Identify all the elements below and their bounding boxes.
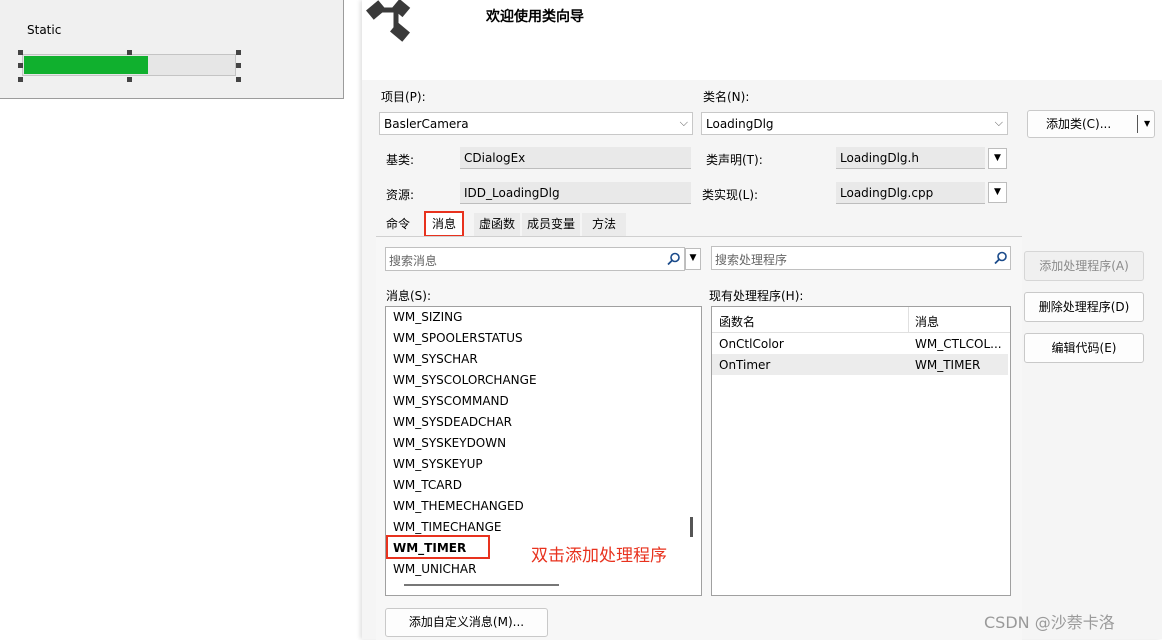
wizard-header [362, 0, 1162, 80]
class-impl-field: LoadingDlg.cpp [836, 182, 985, 204]
add-handler-button[interactable]: 添加处理程序(A) [1024, 251, 1144, 281]
split-divider [1137, 115, 1138, 133]
class-decl-field: LoadingDlg.h [836, 147, 985, 169]
add-class-label: 添加类(C)... [1046, 117, 1112, 131]
chevron-down-icon: ⌵ [994, 116, 1003, 129]
class-name-label: 类名(N): [703, 90, 750, 104]
message-search-placeholder: 搜索消息 [389, 254, 438, 268]
add-custom-message-button[interactable]: 添加自定义消息(M)... [385, 608, 548, 637]
table-row[interactable]: OnTimer WM_TIMER [712, 354, 1008, 375]
vertical-scrollbar-thumb[interactable] [690, 517, 693, 537]
class-impl-value: LoadingDlg.cpp [840, 186, 934, 200]
tab-commands[interactable]: 命令 [376, 213, 420, 236]
list-item[interactable]: WM_SYSKEYDOWN [393, 436, 506, 450]
triangle-down-icon[interactable]: ▼ [1144, 111, 1150, 137]
search-icon[interactable] [667, 252, 681, 266]
column-function-header[interactable]: 函数名 [719, 313, 755, 330]
resource-value: IDD_LoadingDlg [464, 186, 560, 200]
resize-handle[interactable] [236, 77, 241, 82]
handlers-table[interactable]: 函数名 消息 OnCtlColor WM_CTLCOL... OnTimer W… [711, 306, 1011, 596]
selected-highlight-box [386, 535, 490, 559]
class-decl-dropdown[interactable]: ▼ [988, 148, 1007, 169]
wizard-title: 欢迎使用类向导 [486, 9, 584, 25]
base-class-field: CDialogEx [460, 147, 691, 169]
edit-code-button[interactable]: 编辑代码(E) [1024, 333, 1144, 363]
project-label: 项目(P): [381, 90, 426, 104]
tab-member-variables[interactable]: 成员变量 [522, 213, 580, 236]
resize-handle[interactable] [127, 77, 132, 82]
resize-handle[interactable] [236, 50, 241, 55]
list-item[interactable]: WM_SYSKEYUP [393, 457, 483, 471]
resource-field: IDD_LoadingDlg [460, 182, 691, 204]
resize-handle[interactable] [18, 50, 23, 55]
list-item[interactable]: WM_SYSDEADCHAR [393, 415, 512, 429]
list-item[interactable]: WM_SYSCOMMAND [393, 394, 509, 408]
resize-handle[interactable] [18, 77, 23, 82]
progress-fill [24, 56, 148, 74]
resize-handle[interactable] [127, 50, 132, 55]
static-label: Static [27, 23, 62, 37]
horizontal-scrollbar-thumb[interactable] [404, 584, 559, 586]
chevron-down-icon: ⌵ [679, 116, 688, 129]
list-item[interactable]: WM_TIMECHANGE [393, 520, 502, 534]
list-item[interactable]: WM_SPOOLERSTATUS [393, 331, 523, 345]
handler-search-placeholder: 搜索处理程序 [715, 253, 788, 267]
annotation-text: 双击添加处理程序 [531, 546, 667, 566]
list-item[interactable]: WM_SYSCHAR [393, 352, 478, 366]
message-search-input[interactable]: 搜索消息 [385, 247, 685, 271]
progress-bar[interactable] [22, 54, 236, 76]
tab-methods[interactable]: 方法 [582, 213, 626, 236]
class-decl-value: LoadingDlg.h [840, 151, 919, 165]
delete-handler-button[interactable]: 删除处理程序(D) [1024, 292, 1144, 322]
list-item[interactable]: WM_TCARD [393, 478, 462, 492]
class-impl-label: 类实现(L): [702, 188, 759, 202]
messages-label: 消息(S): [386, 289, 432, 303]
base-class-label: 基类: [386, 153, 415, 167]
column-message-header[interactable]: 消息 [915, 313, 939, 330]
list-item[interactable]: WM_THEMECHANGED [393, 499, 524, 513]
resize-handle[interactable] [236, 63, 241, 68]
watermark: CSDN @沙萘卡洛 [984, 613, 1115, 632]
class-decl-label: 类声明(T): [706, 153, 763, 167]
handler-message: WM_TIMER [915, 358, 981, 372]
table-header: 函数名 消息 [712, 307, 1010, 333]
class-name-combo[interactable]: LoadingDlg ⌵ [701, 112, 1008, 135]
base-class-value: CDialogEx [464, 151, 526, 165]
tab-virtual-functions[interactable]: 虚函数 [474, 213, 520, 236]
handler-message: WM_CTLCOL... [915, 337, 1002, 351]
handler-function: OnCtlColor [719, 337, 784, 351]
column-divider[interactable] [908, 307, 909, 332]
tab-messages[interactable]: 消息 [424, 211, 464, 237]
project-value: BaslerCamera [384, 117, 469, 131]
class-name-value: LoadingDlg [706, 117, 774, 131]
list-item[interactable]: WM_SYSCOLORCHANGE [393, 373, 537, 387]
add-class-button[interactable]: 添加类(C)... ▼ [1027, 110, 1155, 138]
message-filter-dropdown[interactable]: ▼ [685, 248, 701, 270]
handler-function: OnTimer [719, 358, 771, 372]
list-item[interactable]: WM_UNICHAR [393, 562, 476, 576]
dialog-designer: Static [0, 0, 344, 99]
search-icon[interactable] [994, 251, 1008, 265]
class-impl-dropdown[interactable]: ▼ [988, 182, 1007, 203]
handlers-label: 现有处理程序(H): [709, 289, 804, 303]
handler-search-input[interactable]: 搜索处理程序 [711, 246, 1011, 270]
class-wizard-icon [366, 0, 411, 42]
project-combo[interactable]: BaslerCamera ⌵ [379, 112, 693, 135]
resize-handle[interactable] [18, 63, 23, 68]
resource-label: 资源: [386, 188, 415, 202]
list-item[interactable]: WM_SIZING [393, 310, 462, 324]
table-row[interactable]: OnCtlColor WM_CTLCOL... [712, 333, 1010, 354]
